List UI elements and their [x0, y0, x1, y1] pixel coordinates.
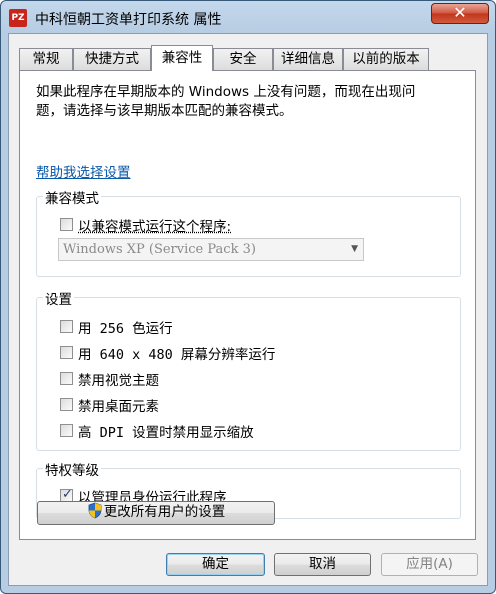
- uac-shield-icon: [88, 502, 102, 519]
- window-title: 中科恒朝工资单打印系统 属性: [35, 12, 222, 28]
- run-256-colors-checkbox[interactable]: [60, 320, 73, 333]
- disable-dpi-scaling-checkbox[interactable]: [60, 424, 73, 437]
- compat-mode-checkbox-label[interactable]: 以兼容模式运行这个程序:: [78, 215, 231, 235]
- intro-text: 如果此程序在早期版本的 Windows 上没有问题，而现在出现问 题，请选择与该…: [36, 83, 466, 121]
- ok-button[interactable]: 确定: [166, 553, 265, 576]
- compat-mode-group: 兼容模式: [36, 187, 461, 277]
- cancel-button[interactable]: 取消: [274, 553, 371, 576]
- disable-visual-themes-checkbox[interactable]: [60, 372, 73, 385]
- change-all-users-label: 更改所有用户的设置: [103, 504, 226, 520]
- tab-compatibility[interactable]: 兼容性: [151, 45, 213, 71]
- intro-line-1: 如果此程序在早期版本的 Windows 上没有问题，而现在出现问: [36, 84, 416, 100]
- run-256-colors-label[interactable]: 用 256 色运行: [78, 317, 173, 337]
- compat-os-select-value: Windows XP (Service Pack 3): [63, 242, 256, 257]
- tab-previous-versions[interactable]: 以前的版本: [343, 48, 429, 70]
- disable-desktop-composition-label[interactable]: 禁用桌面元素: [78, 395, 159, 415]
- close-icon: ✕: [453, 3, 467, 22]
- disable-desktop-composition-checkbox[interactable]: [60, 398, 73, 411]
- settings-group-title: 设置: [43, 288, 74, 308]
- close-button[interactable]: ✕: [431, 3, 489, 24]
- app-icon: PZ: [9, 9, 27, 27]
- disable-dpi-scaling-label[interactable]: 高 DPI 设置时禁用显示缩放: [78, 421, 254, 441]
- properties-window: PZ 中科恒朝工资单打印系统 属性 ✕ 常规 快捷方式 兼容性 安全 详细信息 …: [0, 0, 496, 594]
- compat-mode-group-title: 兼容模式: [43, 187, 101, 207]
- dialog-client: 常规 快捷方式 兼容性 安全 详细信息 以前的版本 如果此程序在早期版本的 Wi…: [8, 33, 488, 586]
- compat-mode-checkbox[interactable]: [60, 218, 73, 231]
- tab-general[interactable]: 常规: [19, 48, 73, 70]
- intro-line-2: 题，请选择与该早期版本匹配的兼容模式。: [36, 103, 293, 119]
- run-640x480-checkbox[interactable]: [60, 346, 73, 359]
- change-all-users-button[interactable]: 更改所有用户的设置: [37, 501, 275, 525]
- chevron-down-icon: ▼: [351, 244, 358, 254]
- compat-os-select[interactable]: Windows XP (Service Pack 3) ▼: [58, 238, 364, 261]
- title-bar[interactable]: PZ 中科恒朝工资单打印系统 属性 ✕: [1, 1, 495, 33]
- run-640x480-label[interactable]: 用 640 x 480 屏幕分辨率运行: [78, 343, 275, 363]
- disable-visual-themes-label[interactable]: 禁用视觉主题: [78, 369, 159, 389]
- tab-details[interactable]: 详细信息: [273, 48, 343, 70]
- tab-security[interactable]: 安全: [213, 48, 273, 70]
- privilege-group-title: 特权等级: [43, 459, 101, 479]
- compatibility-panel: 如果此程序在早期版本的 Windows 上没有问题，而现在出现问 题，请选择与该…: [19, 70, 476, 540]
- help-me-choose-link[interactable]: 帮助我选择设置: [36, 161, 131, 181]
- tab-shortcut[interactable]: 快捷方式: [73, 48, 151, 70]
- apply-button[interactable]: 应用(A): [381, 553, 478, 576]
